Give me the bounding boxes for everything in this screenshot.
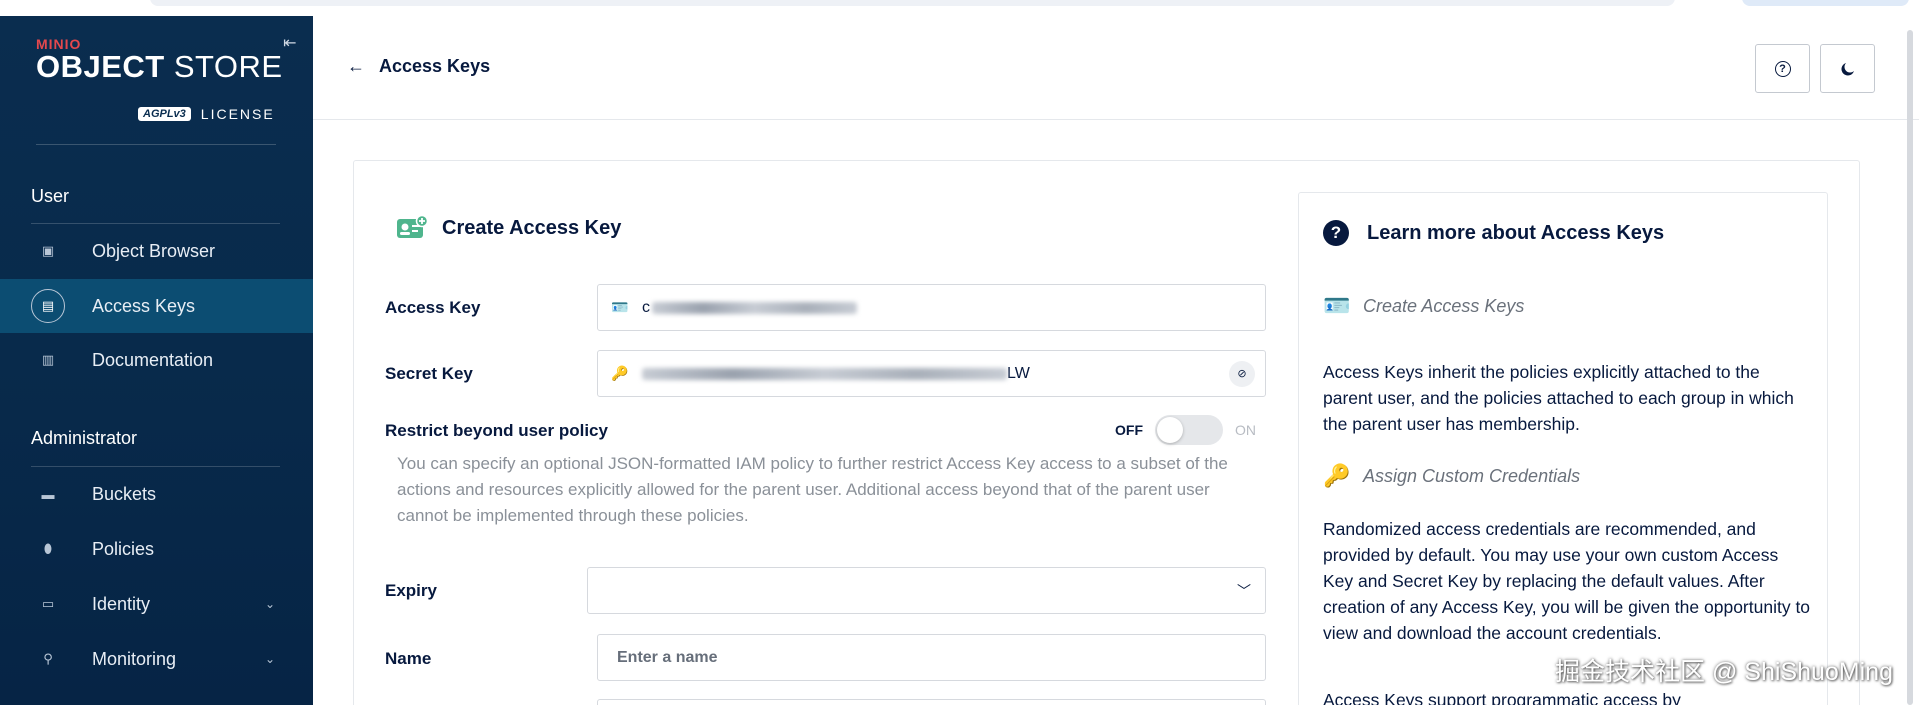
arrow-left-icon: ←	[347, 56, 365, 76]
key-icon: 🔑	[611, 365, 629, 381]
secret-key-label: Secret Key	[385, 364, 473, 383]
form-title: Create Access Key	[396, 215, 621, 241]
restrict-policy-label: Restrict beyond user policy	[385, 421, 608, 440]
toggle-on-label: ON	[1235, 422, 1256, 438]
logo-divider	[36, 144, 276, 145]
form-title-text: Create Access Key	[442, 216, 622, 239]
chevron-down-icon: ⌄	[265, 652, 276, 666]
access-keys-icon: ▤	[31, 289, 65, 323]
sidebar-item-buckets[interactable]: ▬ Buckets	[0, 467, 313, 521]
help-button[interactable]: ?	[1755, 44, 1810, 93]
moon-icon	[1840, 62, 1854, 76]
id-card-icon: 🪪	[611, 299, 629, 315]
browser-action-button[interactable]	[1742, 0, 1909, 6]
minio-logo: MINIO OBJECT STORE AGPLv3 LICENSE	[36, 36, 283, 122]
help-subheading-text: Assign Custom Credentials	[1363, 465, 1581, 486]
access-key-card-icon	[397, 215, 428, 238]
page-scrollbar[interactable]	[1907, 30, 1913, 705]
sidebar-item-label: Monitoring	[92, 648, 177, 669]
sidebar-item-access-keys[interactable]: ▤ Access Keys	[0, 279, 313, 333]
dark-mode-button[interactable]	[1820, 44, 1875, 93]
sidebar-item-monitoring[interactable]: ⚲ Monitoring ⌄	[0, 632, 313, 686]
logo-object-store: OBJECT STORE	[36, 49, 283, 84]
sidebar-item-label: Object Browser	[92, 240, 216, 261]
object-browser-icon: ▣	[41, 243, 55, 258]
page-title: Access Keys	[379, 56, 491, 76]
sidebar-item-label: Policies	[92, 538, 155, 559]
sidebar-item-label: Access Keys	[92, 295, 196, 316]
documentation-icon: ▥	[41, 352, 55, 367]
chevron-down-icon: ﹀	[1237, 582, 1251, 599]
restrict-policy-description: You can specify an optional JSON-formatt…	[397, 454, 1228, 525]
access-key-value: c	[642, 298, 650, 316]
toggle-knob	[1157, 417, 1183, 443]
restrict-policy-toggle[interactable]	[1155, 415, 1223, 445]
name-placeholder: Enter a name	[617, 648, 718, 666]
secret-key-value: LW	[1007, 364, 1030, 382]
help-subheading-create: 🪪 Create Access Keys	[1323, 293, 1524, 319]
next-input[interactable]	[597, 699, 1266, 705]
sidebar-item-policies[interactable]: ⬮ Policies	[0, 522, 313, 576]
sidebar-item-label: Buckets	[92, 483, 157, 504]
expiry-select[interactable]: ﹀	[587, 567, 1266, 614]
key-icon: 🔑	[1323, 463, 1351, 488]
identity-icon: ▭	[41, 596, 55, 611]
logo-license: AGPLv3 LICENSE	[138, 106, 313, 122]
help-title-text: Learn more about Access Keys	[1367, 221, 1665, 244]
collapse-sidebar-icon[interactable]: ⇤	[283, 33, 296, 53]
license-label: LICENSE	[200, 106, 275, 122]
access-key-redacted	[652, 301, 857, 314]
help-title: ? Learn more about Access Keys	[1323, 220, 1664, 246]
sidebar-item-identity[interactable]: ▭ Identity ⌄	[0, 577, 313, 631]
policies-icon: ⬮	[43, 541, 53, 556]
secret-key-field[interactable]: 🔑 LW ⊘	[597, 350, 1266, 397]
page-header: ← Access Keys ?	[313, 16, 1919, 120]
sidebar-item-label: Identity	[92, 593, 151, 614]
access-key-field[interactable]: 🪪 c	[597, 284, 1266, 331]
access-key-label: Access Key	[385, 298, 481, 317]
chevron-down-icon: ⌄	[265, 597, 276, 611]
help-subheading-custom: 🔑 Assign Custom Credentials	[1323, 463, 1580, 489]
secret-key-redacted	[642, 367, 1007, 380]
question-icon: ?	[1323, 220, 1349, 246]
browser-top-strip	[0, 0, 1919, 16]
toggle-off-label: OFF	[1115, 422, 1143, 438]
help-icon: ?	[1774, 60, 1791, 77]
back-link[interactable]: ← Access Keys	[347, 56, 490, 77]
agpl-badge: AGPLv3	[138, 107, 191, 121]
id-card-icon: 🪪	[1323, 293, 1351, 318]
help-subheading-text: Create Access Keys	[1363, 295, 1525, 316]
sidebar: MINIO OBJECT STORE AGPLv3 LICENSE ⇤ User…	[0, 16, 313, 705]
restrict-policy-toggle-group: OFF ON	[1115, 415, 1256, 445]
help-paragraph: Access Keys support programmatic access …	[1323, 690, 1681, 705]
sidebar-item-label: Documentation	[92, 349, 214, 370]
expiry-label: Expiry	[385, 581, 437, 600]
name-input[interactable]: Enter a name	[597, 634, 1266, 681]
help-paragraph: Randomized access credentials are recomm…	[1323, 519, 1811, 643]
watermark: 掘金技术社区 @ ShiShuoMing	[1555, 658, 1893, 686]
sidebar-item-object-browser[interactable]: ▣ Object Browser	[0, 224, 313, 278]
name-label: Name	[385, 649, 432, 668]
help-paragraph: Access Keys inherit the policies explici…	[1323, 362, 1794, 434]
section-user: User	[31, 186, 70, 206]
browser-address-bar[interactable]	[150, 0, 1675, 6]
section-administrator: Administrator	[31, 428, 138, 448]
monitoring-icon: ⚲	[43, 651, 53, 666]
hide-password-icon[interactable]: ⊘	[1229, 360, 1255, 387]
sidebar-item-documentation[interactable]: ▥ Documentation	[0, 333, 313, 387]
buckets-icon: ▬	[41, 486, 55, 502]
